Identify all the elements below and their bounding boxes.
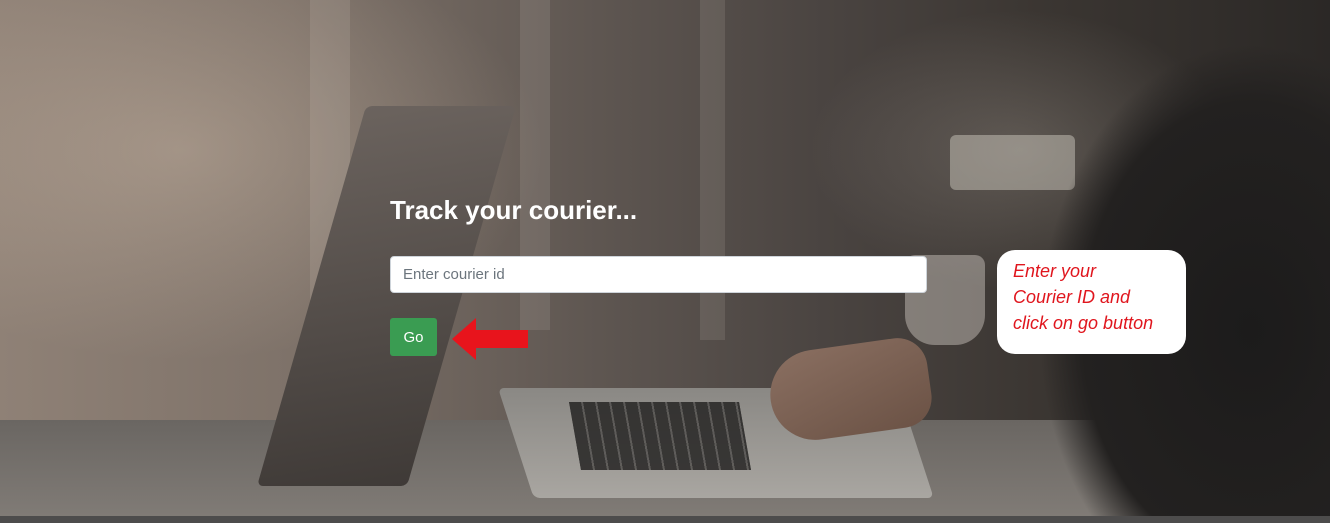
footer-strip <box>0 516 1330 523</box>
left-arrow-icon <box>452 318 528 360</box>
callout-line: click on go button <box>1013 313 1154 333</box>
go-button[interactable]: Go <box>390 318 437 356</box>
callout-line: Enter your <box>1013 261 1097 281</box>
page-title: Track your courier... <box>390 195 638 225</box>
instruction-callout: Enter your Courier ID and click on go bu… <box>997 250 1186 354</box>
track-form: Track your courier... Go <box>390 190 930 356</box>
laptop-keyboard <box>569 402 751 470</box>
callout-line: Courier ID and <box>1013 287 1131 307</box>
courier-id-input[interactable] <box>390 256 927 293</box>
